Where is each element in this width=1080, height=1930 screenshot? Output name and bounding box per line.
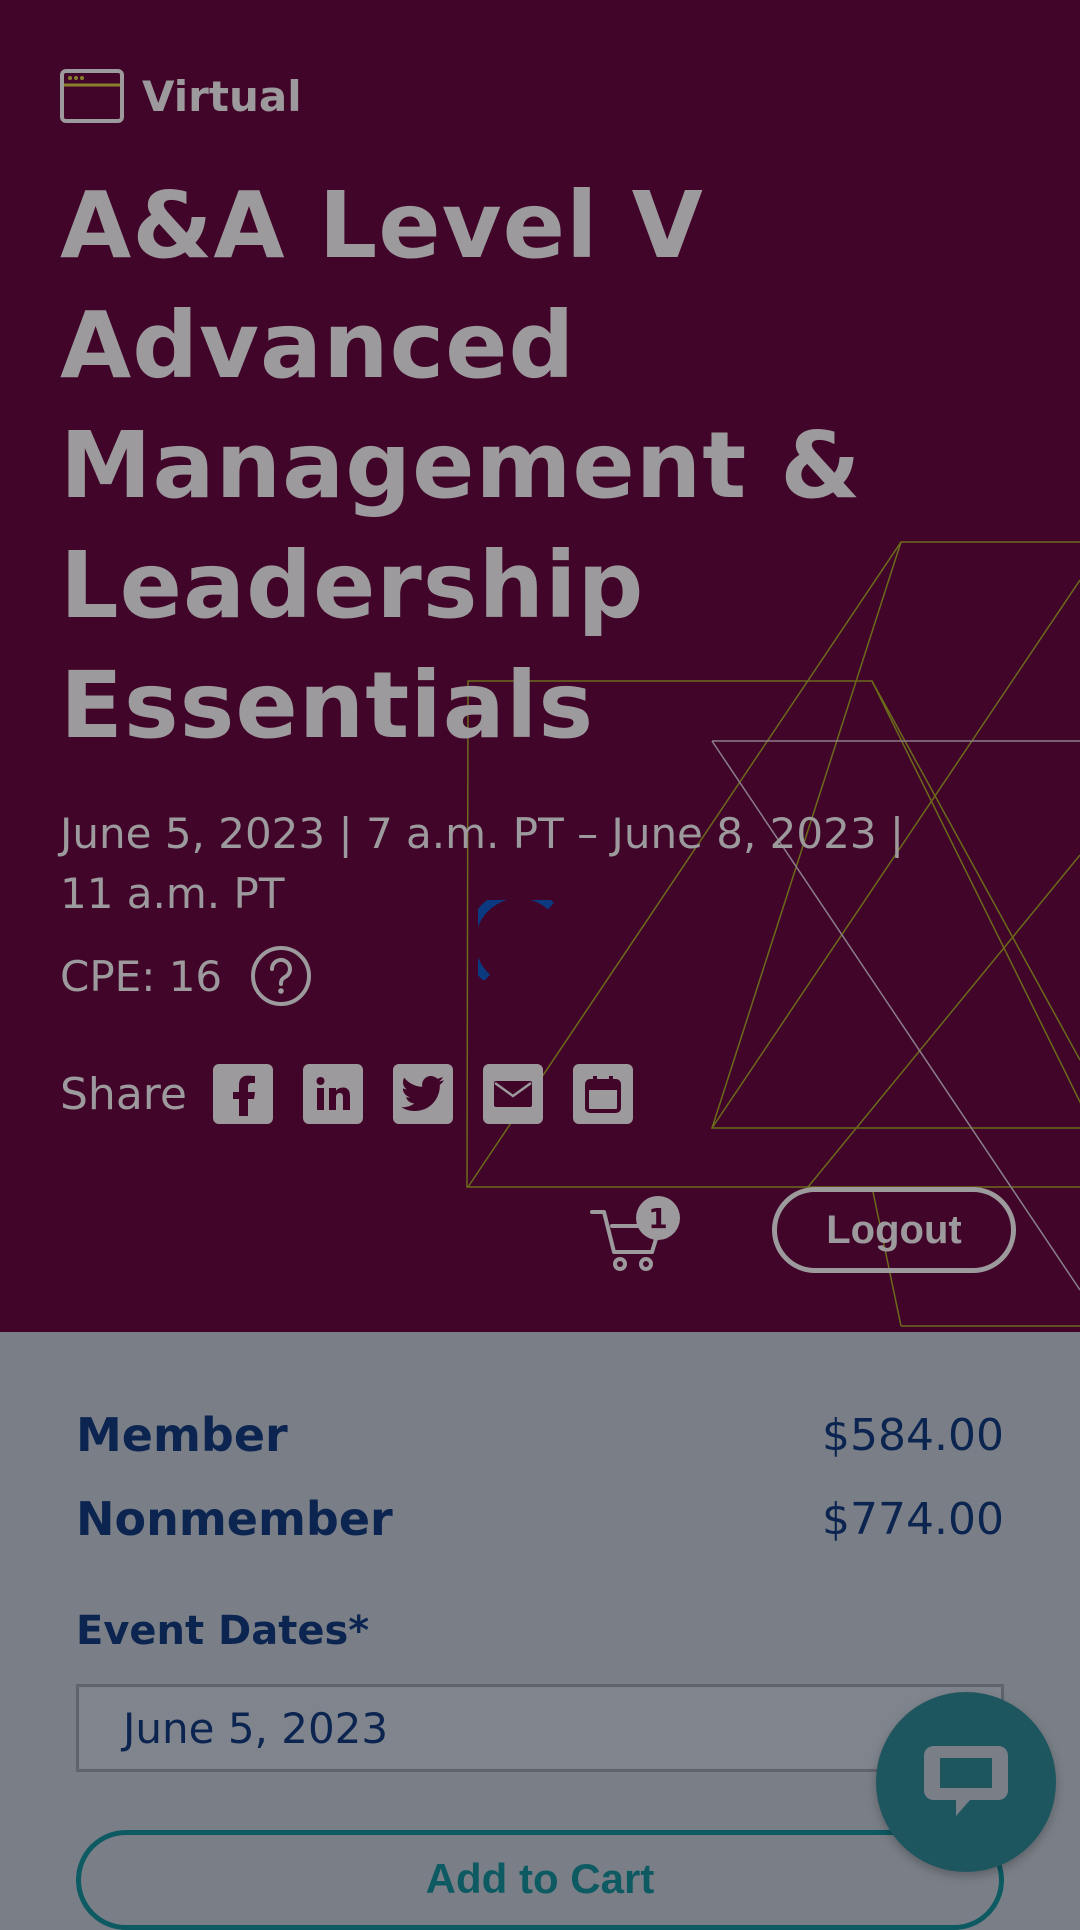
logout-button[interactable]: Logout — [772, 1187, 1016, 1273]
title-line: Advanced — [60, 292, 576, 399]
nonmember-label: Nonmember — [76, 1492, 393, 1546]
calendar-icon[interactable] — [572, 1064, 633, 1124]
title-line: Leadership — [60, 532, 645, 639]
event-format: Virtual — [60, 68, 302, 124]
title-line: Essentials — [60, 652, 595, 759]
event-dates-label: Event Dates* — [76, 1608, 370, 1654]
page-title: A&A Level V Advanced Management & Leader… — [60, 166, 960, 766]
share-row: Share — [60, 1062, 663, 1126]
linkedin-icon[interactable] — [302, 1064, 363, 1124]
facebook-icon[interactable] — [212, 1064, 273, 1124]
nonmember-price-row: Nonmember $774.00 — [76, 1492, 1004, 1546]
twitter-icon[interactable] — [392, 1064, 453, 1124]
event-date-value: June 5, 2023 — [123, 1703, 389, 1753]
format-label: Virtual — [142, 71, 302, 121]
email-icon[interactable] — [482, 1064, 543, 1124]
cart-count-badge: 1 — [636, 1196, 680, 1240]
title-line: A&A Level V — [60, 172, 704, 279]
add-to-cart-button[interactable]: Add to Cart — [76, 1830, 1004, 1930]
help-icon[interactable] — [250, 945, 312, 1007]
member-price-row: Member $584.00 — [76, 1408, 1004, 1462]
event-date-select[interactable]: June 5, 2023 — [76, 1684, 1004, 1772]
event-hero: Virtual A&A Level V Advanced Management … — [0, 0, 1080, 1332]
virtual-screen-icon — [60, 69, 124, 123]
member-label: Member — [76, 1408, 288, 1462]
cpe-row: CPE: 16 — [60, 944, 312, 1008]
title-line: Management & — [60, 412, 862, 519]
share-label: Share — [60, 1068, 187, 1120]
member-price: $584.00 — [822, 1409, 1004, 1461]
chat-bubble-icon — [924, 1746, 1008, 1816]
chat-button[interactable] — [876, 1692, 1056, 1872]
loading-spinner-icon — [478, 900, 554, 980]
nonmember-price: $774.00 — [822, 1493, 1004, 1545]
cpe-credits: CPE: 16 — [60, 951, 223, 1001]
